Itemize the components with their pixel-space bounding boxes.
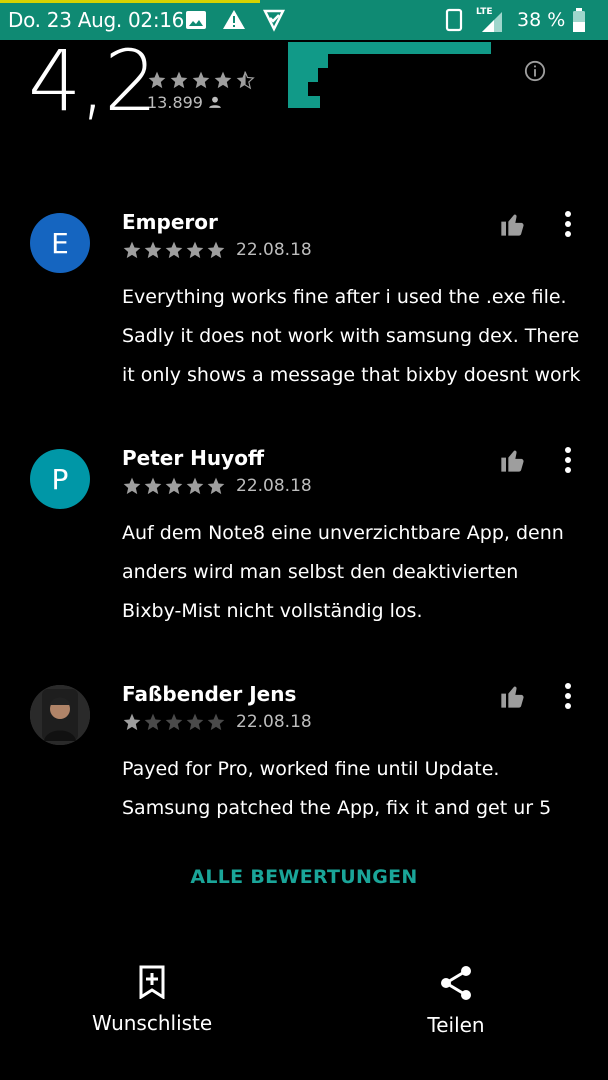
review-text: Everything works fine after i used the .… [122, 286, 581, 386]
review-date: 22.08.18 [236, 476, 312, 496]
star-empty-icon [207, 713, 225, 731]
star-icon [207, 477, 225, 495]
status-time: Do. 23 Aug. 02:16 [8, 8, 185, 32]
star-icon [144, 477, 162, 495]
thumbs-up-icon[interactable] [498, 210, 528, 238]
avatar [30, 685, 90, 745]
thumbs-up-icon[interactable] [498, 682, 528, 710]
rating-count: 13.899 [147, 93, 222, 112]
person-icon [209, 96, 221, 108]
play-protect-icon [262, 9, 286, 32]
average-rating: 4,2 [28, 32, 158, 130]
bar-5-stars [288, 42, 491, 54]
warning-icon [223, 10, 245, 29]
avatar: P [30, 449, 90, 509]
share-button[interactable]: Teilen [406, 965, 506, 1037]
share-label: Teilen [427, 1013, 485, 1037]
all-reviews-link[interactable]: ALLE BEWERTUNGEN [0, 866, 608, 888]
half-star-icon [236, 71, 255, 90]
info-icon[interactable] [524, 60, 546, 82]
wishlist-label: Wunschliste [92, 1011, 213, 1035]
review-author: Faßbender Jens [122, 682, 297, 706]
share-icon [441, 966, 471, 1000]
star-empty-icon [186, 713, 204, 731]
bar-3-stars [288, 68, 318, 82]
star-icon [165, 241, 183, 259]
review-stars [122, 476, 226, 496]
star-icon [123, 713, 141, 731]
more-options-icon[interactable] [560, 446, 576, 474]
star-icon [148, 71, 166, 89]
average-stars [147, 70, 255, 90]
signal-icon [482, 12, 502, 32]
more-options-icon[interactable] [560, 682, 576, 710]
wishlist-button[interactable]: Wunschliste [92, 965, 212, 1035]
thumbs-up-icon[interactable] [498, 446, 528, 474]
review-date: 22.08.18 [236, 712, 312, 732]
star-icon [186, 241, 204, 259]
phone-vibrate-icon [445, 8, 463, 32]
more-options-icon[interactable] [560, 210, 576, 238]
star-icon [207, 241, 225, 259]
star-empty-icon [144, 713, 162, 731]
status-progress-line [0, 0, 260, 3]
review-stars [122, 712, 226, 732]
star-icon [165, 477, 183, 495]
star-icon [144, 241, 162, 259]
avatar-photo [30, 685, 90, 745]
bookmark-add-icon [139, 965, 165, 1000]
star-icon [214, 71, 232, 89]
battery-percent: 38 % [517, 9, 566, 31]
review-author: Peter Huyoff [122, 446, 265, 470]
image-icon [186, 11, 206, 29]
bar-4-stars [288, 54, 328, 68]
bar-2-stars [288, 82, 308, 96]
star-icon [192, 71, 210, 89]
review-stars [122, 240, 226, 260]
star-icon [186, 477, 204, 495]
bar-1-star [288, 96, 320, 108]
avatar: E [30, 213, 90, 273]
star-icon [123, 477, 141, 495]
star-empty-icon [165, 713, 183, 731]
rating-distribution-bars [288, 42, 491, 108]
battery-icon [573, 8, 585, 32]
star-icon [123, 241, 141, 259]
review-text: Payed for Pro, worked fine until Update.… [122, 758, 552, 819]
review-text: Auf dem Note8 eine unverzichtbare App, d… [122, 522, 564, 622]
star-icon [170, 71, 188, 89]
review-date: 22.08.18 [236, 240, 312, 260]
review-author: Emperor [122, 210, 218, 234]
